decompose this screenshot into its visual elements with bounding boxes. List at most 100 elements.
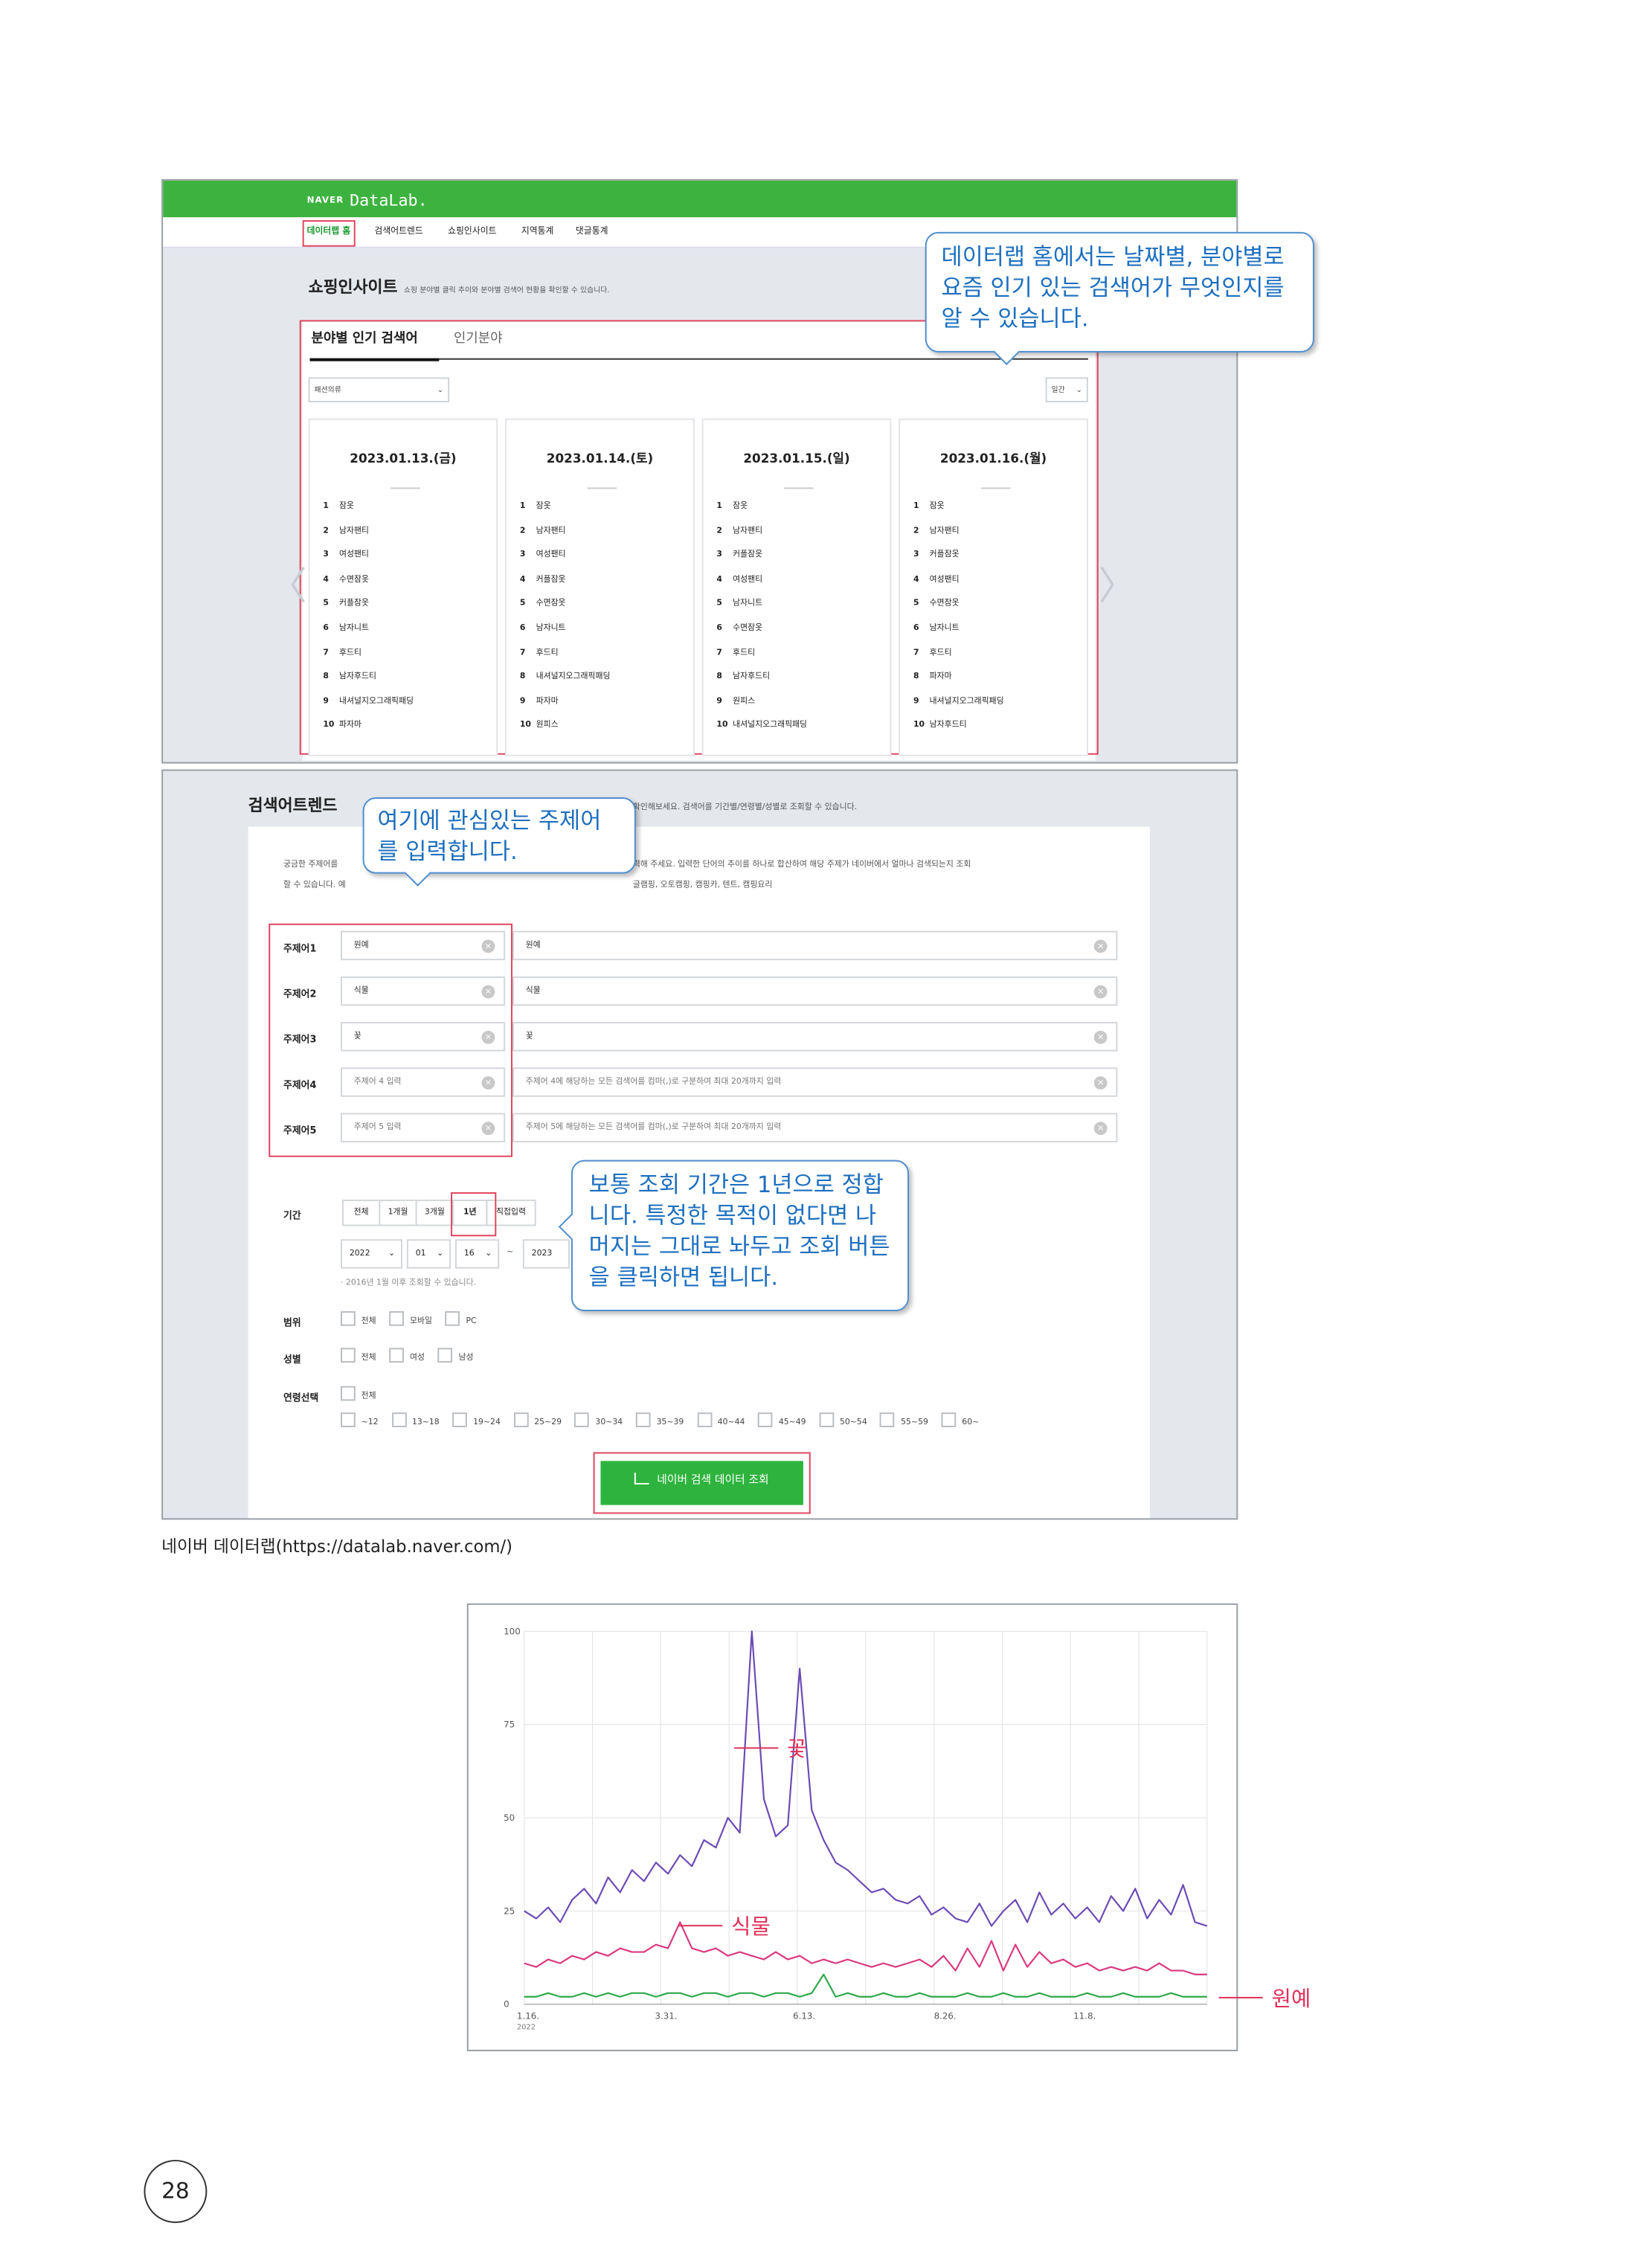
ranking-item[interactable]: 9 파자마	[520, 694, 611, 718]
ranking-item[interactable]: 2 남자팬티	[716, 524, 807, 548]
period-select[interactable]: 일간 ⌄	[1045, 377, 1088, 402]
checkbox-option[interactable]: 30~34	[574, 1412, 623, 1427]
ranking-item[interactable]: 5 남자니트	[716, 596, 807, 621]
clear-icon[interactable]: ×	[1093, 939, 1108, 953]
clear-icon[interactable]: ×	[481, 1122, 495, 1136]
topic-name-input[interactable]: 주제어 4 입력 ×	[341, 1067, 506, 1097]
checkbox-icon[interactable]	[452, 1412, 468, 1427]
clear-icon[interactable]: ×	[481, 985, 495, 999]
nav-region-stats[interactable]: 지역통계	[521, 223, 554, 237]
checkbox-option[interactable]: 45~49	[758, 1412, 806, 1427]
day-from-select[interactable]: 16 ⌄	[455, 1239, 500, 1269]
checkbox-icon[interactable]	[758, 1412, 773, 1427]
checkbox-option[interactable]: 전체	[341, 1310, 376, 1326]
topic-terms-input[interactable]: 원예 ×	[512, 930, 1118, 961]
checkbox-icon[interactable]	[391, 1412, 407, 1427]
checkbox-option[interactable]: 40~44	[697, 1412, 745, 1427]
ranking-item[interactable]: 9 내셔널지오그래픽패딩	[913, 694, 1004, 718]
checkbox-icon[interactable]	[941, 1412, 957, 1427]
checkbox-icon[interactable]	[341, 1348, 356, 1363]
checkbox-icon[interactable]	[445, 1310, 460, 1326]
clear-icon[interactable]: ×	[1093, 1122, 1108, 1136]
ranking-item[interactable]: 8 남자후드티	[323, 670, 414, 695]
topic-name-input[interactable]: 식물 ×	[341, 976, 506, 1006]
checkbox-option[interactable]: 전체	[341, 1348, 376, 1363]
checkbox-icon[interactable]	[341, 1412, 356, 1427]
ranking-item[interactable]: 3 여성팬티	[323, 548, 414, 573]
period-option-3[interactable]: 3개월	[415, 1199, 454, 1226]
ranking-item[interactable]: 10 남자후드티	[913, 718, 1004, 743]
topic-name-input[interactable]: 꽃 ×	[341, 1022, 506, 1052]
ranking-item[interactable]: 4 커플잠옷	[520, 573, 611, 597]
topic-terms-input[interactable]: 주제어 5에 해당하는 모든 검색어를 컴마(,)로 구분하여 최대 20개까지…	[512, 1113, 1118, 1142]
ranking-item[interactable]: 2 남자팬티	[913, 524, 1004, 548]
clear-icon[interactable]: ×	[481, 1030, 495, 1044]
ranking-item[interactable]: 5 수면잠옷	[913, 596, 1004, 621]
year-to-select[interactable]: 2023	[522, 1239, 570, 1269]
ranking-item[interactable]: 10 원피스	[520, 718, 611, 743]
nav-shopping-insight[interactable]: 쇼핑인사이트	[448, 223, 496, 237]
checkbox-option[interactable]: 25~29	[513, 1412, 562, 1427]
checkbox-icon[interactable]	[574, 1412, 590, 1427]
checkbox-option[interactable]: ~12	[341, 1412, 379, 1427]
ranking-item[interactable]: 7 후드티	[323, 646, 414, 670]
ranking-item[interactable]: 7 후드티	[913, 646, 1004, 670]
period-option-2[interactable]: 1개월	[379, 1199, 417, 1226]
tab-popular-categories[interactable]: 인기분야	[454, 327, 502, 347]
checkbox-icon[interactable]	[341, 1310, 356, 1326]
clear-icon[interactable]: ×	[1093, 1076, 1108, 1090]
checkbox-option[interactable]: 여성	[389, 1348, 425, 1363]
ranking-item[interactable]: 4 수면잠옷	[323, 573, 414, 597]
checkbox-icon[interactable]	[389, 1348, 405, 1363]
ranking-item[interactable]: 1 잠옷	[520, 499, 611, 524]
ranking-item[interactable]: 9 원피스	[716, 694, 807, 718]
checkbox-icon[interactable]	[880, 1412, 896, 1427]
checkbox-option[interactable]: 19~24	[452, 1412, 501, 1427]
next-arrow-icon[interactable]: 〉	[1099, 556, 1137, 611]
nav-search-trend[interactable]: 검색어트렌드	[374, 223, 422, 237]
year-from-select[interactable]: 2022 ⌄	[341, 1239, 402, 1269]
ranking-item[interactable]: 1 잠옷	[323, 499, 414, 524]
checkbox-option[interactable]: 55~59	[880, 1412, 928, 1427]
datalab-logo[interactable]: NAVER DataLab.	[307, 190, 428, 210]
ranking-item[interactable]: 10 내셔널지오그래픽패딩	[716, 718, 807, 743]
ranking-item[interactable]: 5 커플잠옷	[323, 596, 414, 621]
category-select[interactable]: 패션의류 ⌄	[308, 377, 450, 402]
clear-icon[interactable]: ×	[1093, 985, 1108, 999]
checkbox-icon[interactable]	[513, 1412, 529, 1427]
checkbox-icon[interactable]	[635, 1412, 651, 1427]
ranking-item[interactable]: 3 여성팬티	[520, 548, 611, 573]
ranking-item[interactable]: 8 내셔널지오그래픽패딩	[520, 670, 611, 695]
ranking-item[interactable]: 6 남자니트	[323, 621, 414, 646]
checkbox-option[interactable]: 남성	[437, 1348, 473, 1363]
ranking-item[interactable]: 3 커플잠옷	[716, 548, 807, 573]
ranking-item[interactable]: 7 후드티	[520, 646, 611, 670]
period-option-1[interactable]: 전체	[341, 1199, 381, 1226]
month-from-select[interactable]: 01 ⌄	[406, 1239, 451, 1269]
ranking-item[interactable]: 10 파자마	[323, 718, 414, 743]
tab-popular-keywords[interactable]: 분야별 인기 검색어	[312, 327, 418, 347]
checkbox-option[interactable]: PC	[445, 1310, 477, 1326]
ranking-item[interactable]: 2 남자팬티	[520, 524, 611, 548]
ranking-item[interactable]: 7 후드티	[716, 646, 807, 670]
clear-icon[interactable]: ×	[481, 1076, 495, 1090]
checkbox-option[interactable]: 35~39	[635, 1412, 684, 1427]
topic-terms-input[interactable]: 꽃 ×	[512, 1022, 1118, 1052]
ranking-item[interactable]: 8 남자후드티	[716, 670, 807, 695]
ranking-item[interactable]: 9 내셔널지오그래픽패딩	[323, 694, 414, 718]
topic-name-input[interactable]: 원예 ×	[341, 930, 506, 961]
ranking-item[interactable]: 4 여성팬티	[913, 573, 1004, 597]
age-all-option[interactable]: 전체	[341, 1386, 376, 1401]
ranking-item[interactable]: 6 수면잠옷	[716, 621, 807, 646]
ranking-item[interactable]: 8 파자마	[913, 670, 1004, 695]
checkbox-icon[interactable]	[697, 1412, 712, 1427]
ranking-item[interactable]: 2 남자팬티	[323, 524, 414, 548]
checkbox-option[interactable]: 60~	[941, 1412, 980, 1427]
topic-name-input[interactable]: 주제어 5 입력 ×	[341, 1113, 506, 1142]
ranking-item[interactable]: 6 남자니트	[520, 621, 611, 646]
checkbox-option[interactable]: 모바일	[389, 1310, 432, 1326]
ranking-item[interactable]: 3 커플잠옷	[913, 548, 1004, 573]
checkbox-icon[interactable]	[389, 1310, 405, 1326]
ranking-item[interactable]: 5 수면잠옷	[520, 596, 611, 621]
ranking-item[interactable]: 6 남자니트	[913, 621, 1004, 646]
